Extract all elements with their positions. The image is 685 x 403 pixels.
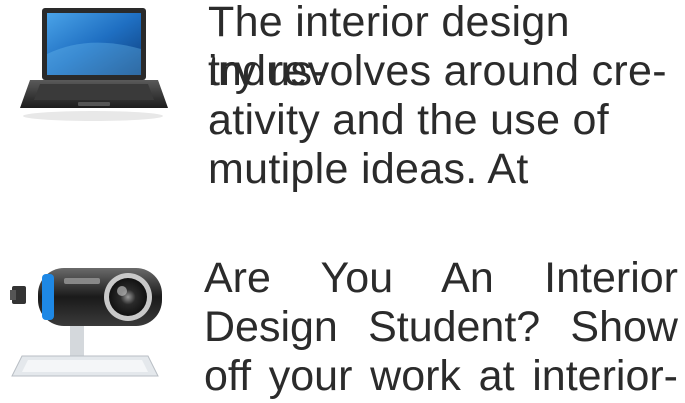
- laptop-icon[interactable]: [18, 4, 168, 130]
- summary-line: mutiple ideas. At: [208, 145, 529, 193]
- summary-line: Are You An Interior: [204, 254, 678, 302]
- summary-line: ativity and the use of: [208, 96, 610, 144]
- summary-line: Design Student? Show: [204, 303, 678, 351]
- summary-line: off your work at interior-: [204, 352, 678, 400]
- article-item[interactable]: Are You An Interior Design Student? Show…: [0, 240, 685, 403]
- summary-line: The interior design indus-: [208, 0, 570, 95]
- webcam-icon[interactable]: [8, 260, 168, 388]
- summary-line: try revolves around cre-: [208, 47, 667, 95]
- article-item[interactable]: The interior design indus- try revolves …: [0, 0, 685, 220]
- article-summary: Are You An Interior Design Student? Show…: [204, 254, 678, 401]
- article-summary: The interior design indus- try revolves …: [208, 0, 678, 194]
